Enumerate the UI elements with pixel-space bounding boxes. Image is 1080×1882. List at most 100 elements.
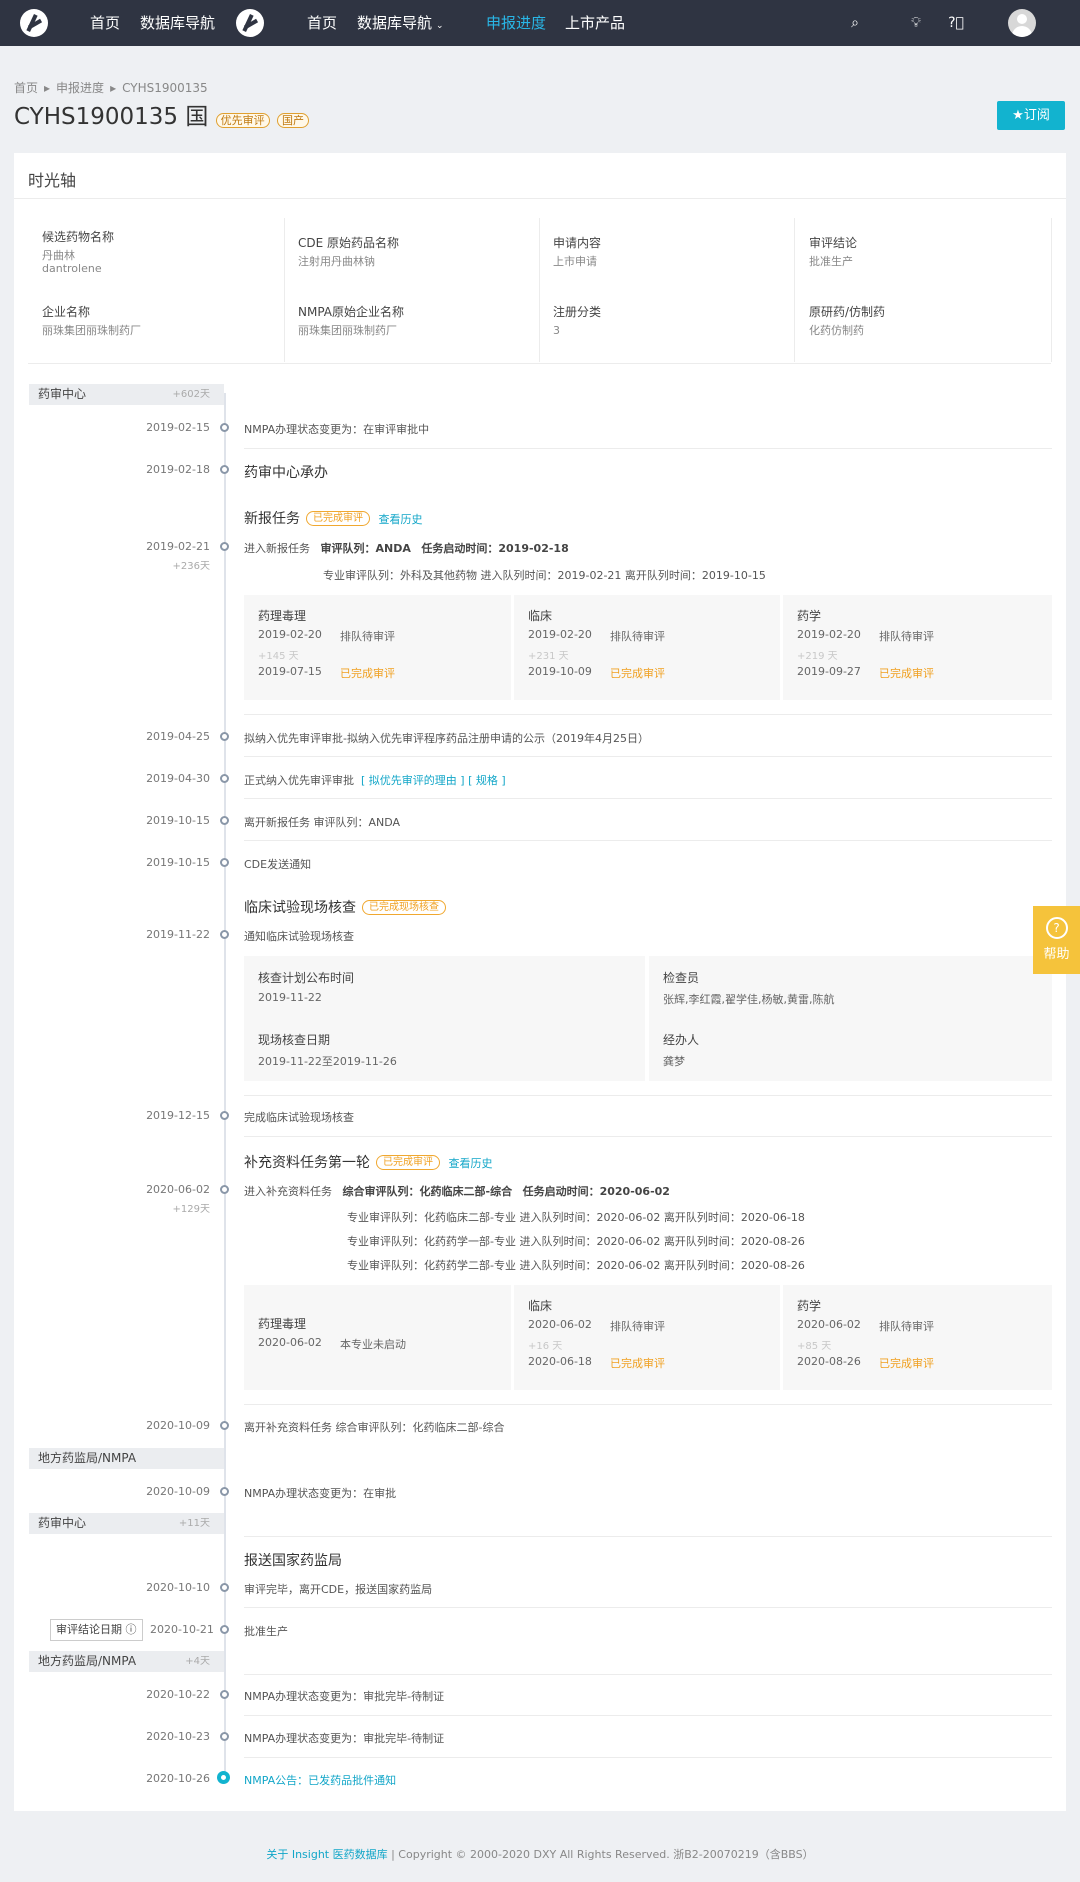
event-text: 审评完毕，离开CDE，报送国家药监局 (244, 1583, 433, 1596)
conclusion-date-label[interactable]: 审评结论日期 ⓘ (50, 1619, 143, 1641)
timeline-axis (224, 393, 226, 1778)
section-cde: 药审中心 +602天 (29, 384, 224, 405)
event-text: 离开新报任务 审评队列：ANDA (244, 816, 401, 829)
timeline-dot (220, 465, 229, 474)
event-date: 2019-04-30 (146, 772, 210, 785)
inspection-heading: 临床试验现场核查 已完成现场核查 (244, 897, 446, 917)
reason-spec-link[interactable]: [ 拟优先审评的理由 ] [ 规格 ] (361, 774, 506, 787)
event-text: 进入补充资料任务 综合审评队列：化药临床二部-综合 任务启动时间：2020-06… (244, 1185, 670, 1198)
search-icon[interactable]: ⌕ (846, 14, 864, 32)
view-history-link[interactable]: 查看历史 (378, 513, 422, 526)
event-text: 离开补充资料任务 综合审评队列：化药临床二部-综合 (244, 1421, 505, 1434)
chevron-right-icon: ▸ (110, 81, 117, 95)
info-company: 企业名称 丽珠集团丽珠制药厂 (42, 305, 141, 337)
nmpa-notice-link[interactable]: NMPA公告：已发药品批件通知 (244, 1772, 396, 1788)
timeline-dot (220, 1690, 229, 1699)
timeline-dot (220, 858, 229, 867)
timeline-dot (220, 774, 229, 783)
info-drug-name: 候选药物名称 丹曲林 dantrolene (42, 230, 115, 275)
event-date: 2019-04-25 (146, 730, 210, 743)
status-badge: 已完成审评 (376, 1155, 440, 1170)
timeline-dot (220, 1625, 229, 1634)
info-reg-class: 注册分类 3 (553, 305, 602, 337)
event-date: 2019-10-15 (146, 856, 210, 869)
event-date: 2019-02-15 (146, 421, 210, 434)
help-icon: ? (1045, 917, 1068, 939)
event-queue-line: 专业审评队列：外科及其他药物 进入队列时间：2019-02-21 离开队列时间：… (323, 569, 766, 582)
timeline-dot (220, 930, 229, 939)
info-apply: 申请内容 上市申请 (553, 236, 602, 268)
task-heading: 补充资料任务第一轮 已完成审评 查看历史 (244, 1155, 493, 1171)
event-date: 2020-10-26 (146, 1772, 210, 1785)
nav-progress[interactable]: 申报进度 (486, 14, 546, 32)
event-queue-line: 专业审评队列：化药临床二部-专业 进入队列时间：2020-06-02 离开队列时… (347, 1211, 805, 1224)
event-queue-line: 专业审评队列：化药药学一部-专业 进入队列时间：2020-06-02 离开队列时… (347, 1235, 805, 1248)
help-circle-icon[interactable]: ?⃝ (947, 14, 965, 32)
nav-database-2[interactable]: 数据库导航 ⌄ (357, 14, 444, 35)
event-text: 批准生产 (244, 1625, 288, 1638)
event-text: 正式纳入优先审评审批 [ 拟优先审评的理由 ] [ 规格 ] (244, 774, 506, 787)
card-title: 时光轴 (28, 171, 77, 190)
domestic-badge: 国产 (276, 113, 309, 128)
event-text: 完成临床试验现场核查 (244, 1111, 354, 1124)
status-badge: 已完成现场核查 (362, 900, 446, 915)
event-date: 2020-10-21 (150, 1623, 214, 1636)
insight-logo-icon[interactable] (236, 9, 264, 37)
inspection-box: 核查计划公布时间 2019-11-22 现场核查日期 2019-11-22至20… (244, 956, 645, 1081)
subscribe-button[interactable]: ★订阅 (997, 101, 1065, 130)
nav-home[interactable]: 首页 (90, 14, 120, 32)
breadcrumb: 首页 ▸ 申报进度 ▸ CYHS1900135 (14, 79, 214, 96)
nav-home-2[interactable]: 首页 (307, 14, 337, 32)
event-text: CDE发送通知 (244, 858, 312, 871)
timeline-dot (220, 1111, 229, 1120)
breadcrumb-home[interactable]: 首页 (14, 81, 38, 95)
nav-products[interactable]: 上市产品 (565, 14, 625, 32)
event-text: 进入新报任务 审评队列：ANDA 任务启动时间：2019-02-18 (244, 542, 569, 555)
about-link[interactable]: 关于 Insight 医药数据库 (266, 1848, 387, 1861)
timeline-dot (220, 542, 229, 551)
event-queue-line: 专业审评队列：化药药学二部-专业 进入队列时间：2020-06-02 离开队列时… (347, 1259, 805, 1272)
inspection-box: 检查员 张辉,李红霞,翟学佳,杨敏,黄雷,陈航 经办人 龚梦 (649, 956, 1052, 1081)
event-date: 2019-11-22 (146, 928, 210, 941)
page-title: CYHS1900135 国 优先审评 国产 (14, 103, 309, 131)
user-avatar[interactable] (1008, 9, 1036, 37)
info-conclusion: 审评结论 批准生产 (809, 236, 858, 268)
info-cde-name: CDE 原始药品名称 注射用丹曲林钠 (298, 236, 400, 268)
event-date: 2019-02-21 (146, 540, 210, 553)
event-date: 2020-10-10 (146, 1581, 210, 1594)
timeline-dot (220, 732, 229, 741)
view-history-link[interactable]: 查看历史 (448, 1157, 492, 1170)
info-original: 原研药/仿制药 化药仿制药 (809, 305, 886, 337)
event-text: 通知临床试验现场核查 (244, 930, 354, 943)
event-date: 2020-10-22 (146, 1688, 210, 1701)
section-nmpa: 地方药监局/NMPA (29, 1448, 224, 1469)
event-date: 2020-10-09 (146, 1485, 210, 1498)
help-button[interactable]: ? 帮助 (1033, 906, 1080, 974)
footer: 关于 Insight 医药数据库 | Copyright © 2000-2020… (266, 1848, 814, 1861)
info-nmpa-company: NMPA原始企业名称 丽珠集团丽珠制药厂 (298, 305, 405, 337)
status-badge: 已完成审评 (306, 511, 370, 526)
timeline-dot-current (217, 1771, 230, 1784)
chevron-right-icon: ▸ (44, 81, 51, 95)
section-nmpa: 地方药监局/NMPA +4天 (29, 1651, 224, 1672)
top-navbar: 首页 数据库导航 首页 数据库导航 ⌄ 申报进度 上市产品 ⌕ 💡︎ ?⃝ (0, 0, 1080, 46)
section-cde: 药审中心 +11天 (29, 1513, 224, 1534)
event-text: NMPA办理状态变更为：在审评审批中 (244, 423, 430, 436)
review-box: 药理毒理 2020-06-02 本专业未启动 (244, 1285, 511, 1390)
dxy-logo-icon[interactable] (20, 9, 48, 37)
timeline-dot (220, 1583, 229, 1592)
event-date: 2020-10-09 (146, 1419, 210, 1432)
event-heading: 药审中心承办 (244, 465, 328, 481)
review-box: 药学 2020-06-02 排队待审评 +85 天 2020-08-26 已完成… (783, 1285, 1052, 1390)
review-box: 药理毒理 2019-02-20 排队待审评 +145 天 2019-07-15 … (244, 595, 511, 700)
breadcrumb-current: CYHS1900135 (122, 81, 208, 95)
breadcrumb-progress[interactable]: 申报进度 (56, 81, 104, 95)
timeline-dot (220, 1732, 229, 1741)
event-date: 2019-12-15 (146, 1109, 210, 1122)
timeline-dot (220, 1487, 229, 1496)
nav-database[interactable]: 数据库导航 (140, 14, 215, 32)
event-text: NMPA办理状态变更为：在审批 (244, 1487, 397, 1500)
timeline-dot (220, 1421, 229, 1430)
lightbulb-icon[interactable]: 💡︎ (907, 14, 925, 32)
event-text: NMPA办理状态变更为：审批完毕-待制证 (244, 1732, 445, 1745)
